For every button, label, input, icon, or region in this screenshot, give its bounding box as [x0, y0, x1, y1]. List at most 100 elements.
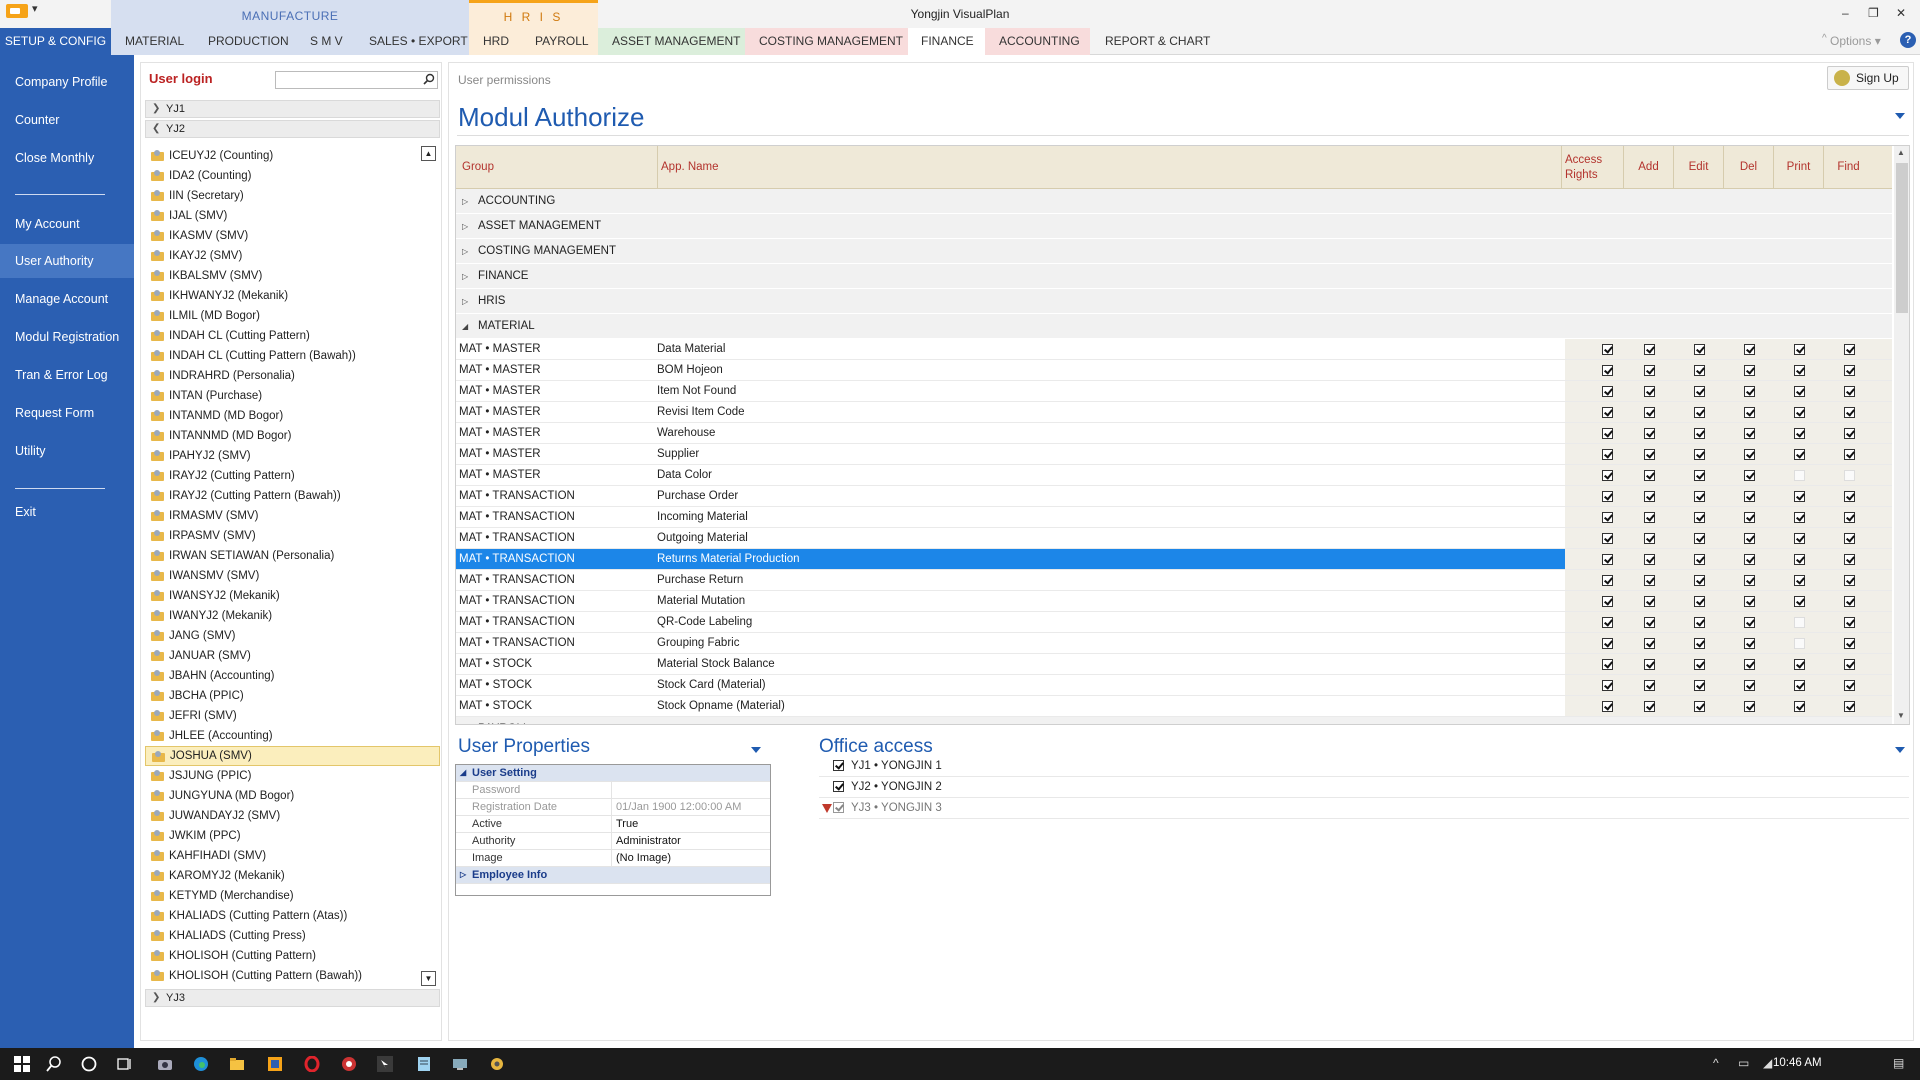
print-checkbox[interactable]	[1794, 617, 1805, 628]
table-row[interactable]: MAT • TRANSACTION Purchase Order	[456, 486, 1892, 507]
table-row[interactable]: MAT • MASTER Data Material	[456, 339, 1892, 360]
del-checkbox[interactable]	[1744, 680, 1755, 691]
property-row[interactable]: Active True	[456, 816, 770, 833]
edit-checkbox[interactable]	[1694, 680, 1705, 691]
col-app-header[interactable]: App. Name	[657, 146, 719, 189]
print-checkbox[interactable]	[1794, 470, 1805, 481]
nav-modul-registration[interactable]: Modul Registration	[0, 320, 134, 354]
list-item[interactable]: IRAYJ2 (Cutting Pattern (Bawah))	[145, 486, 440, 506]
add-checkbox[interactable]	[1644, 617, 1655, 628]
table-row[interactable]: MAT • TRANSACTION Purchase Return	[456, 570, 1892, 591]
opera-browser-icon[interactable]	[304, 1056, 320, 1072]
del-checkbox[interactable]	[1744, 407, 1755, 418]
del-checkbox[interactable]	[1744, 596, 1755, 607]
expand-icon[interactable]: ▷	[462, 189, 468, 214]
edit-checkbox[interactable]	[1694, 533, 1705, 544]
edit-checkbox[interactable]	[1694, 701, 1705, 712]
office-row[interactable]: YJ1 • YONGJIN 1	[819, 756, 1909, 777]
office-checkbox[interactable]	[833, 781, 844, 792]
taskbar-clock[interactable]: 10:46 AM	[1773, 1057, 1822, 1069]
group-row-yj1[interactable]: ❯ YJ1	[145, 100, 440, 118]
edit-checkbox[interactable]	[1694, 596, 1705, 607]
list-item[interactable]: INDAH CL (Cutting Pattern)	[145, 326, 440, 346]
access-checkbox[interactable]	[1602, 617, 1613, 628]
nav-user-authority[interactable]: User Authority	[0, 244, 134, 278]
find-checkbox[interactable]	[1844, 638, 1855, 649]
table-row[interactable]: MAT • TRANSACTION Outgoing Material	[456, 528, 1892, 549]
edit-checkbox[interactable]	[1694, 428, 1705, 439]
del-checkbox[interactable]	[1744, 701, 1755, 712]
edit-checkbox[interactable]	[1694, 659, 1705, 670]
access-checkbox[interactable]	[1602, 638, 1613, 649]
add-checkbox[interactable]	[1644, 680, 1655, 691]
del-checkbox[interactable]	[1744, 470, 1755, 481]
add-checkbox[interactable]	[1644, 575, 1655, 586]
edit-checkbox[interactable]	[1694, 449, 1705, 460]
nav-utility[interactable]: Utility	[0, 434, 134, 468]
print-checkbox[interactable]	[1794, 575, 1805, 586]
edit-checkbox[interactable]	[1694, 386, 1705, 397]
list-item[interactable]: KHOLISOH (Cutting Pattern (Bawah))	[145, 966, 440, 986]
add-checkbox[interactable]	[1644, 533, 1655, 544]
access-checkbox[interactable]	[1602, 428, 1613, 439]
table-row[interactable]: MAT • STOCK Material Stock Balance	[456, 654, 1892, 675]
del-checkbox[interactable]	[1744, 344, 1755, 355]
nav-my-account[interactable]: My Account	[0, 207, 134, 241]
find-checkbox[interactable]	[1844, 617, 1855, 628]
add-checkbox[interactable]	[1644, 554, 1655, 565]
add-checkbox[interactable]	[1644, 659, 1655, 670]
table-row[interactable]: MAT • MASTER Data Color	[456, 465, 1892, 486]
del-checkbox[interactable]	[1744, 575, 1755, 586]
collapse-icon[interactable]: ◢	[460, 765, 466, 781]
search-icon[interactable]	[423, 73, 435, 85]
access-checkbox[interactable]	[1602, 344, 1613, 355]
list-item[interactable]: IKASMV (SMV)	[145, 226, 440, 246]
find-checkbox[interactable]	[1844, 407, 1855, 418]
list-item[interactable]: INTANNMD (MD Bogor)	[145, 426, 440, 446]
add-checkbox[interactable]	[1644, 638, 1655, 649]
office-checkbox[interactable]	[833, 802, 844, 813]
tab-payroll[interactable]: PAYROLL	[535, 34, 589, 48]
del-checkbox[interactable]	[1744, 428, 1755, 439]
list-item[interactable]: IDA2 (Counting)	[145, 166, 440, 186]
remote-desktop-icon[interactable]	[452, 1056, 468, 1072]
add-checkbox[interactable]	[1644, 449, 1655, 460]
list-item[interactable]: IIN (Secretary)	[145, 186, 440, 206]
list-item[interactable]: IRAYJ2 (Cutting Pattern)	[145, 466, 440, 486]
find-checkbox[interactable]	[1844, 428, 1855, 439]
list-item[interactable]: KAROMYJ2 (Mekanik)	[145, 866, 440, 886]
list-item[interactable]: ILMIL (MD Bogor)	[145, 306, 440, 326]
list-item[interactable]: KHALIADS (Cutting Press)	[145, 926, 440, 946]
add-checkbox[interactable]	[1644, 407, 1655, 418]
print-checkbox[interactable]	[1794, 344, 1805, 355]
group-row[interactable]: ▷ COSTING MANAGEMENT	[456, 239, 1892, 264]
notifications-icon[interactable]: ▤	[1893, 1056, 1904, 1070]
find-checkbox[interactable]	[1844, 596, 1855, 607]
tab-costing-management[interactable]: COSTING MANAGEMENT	[745, 28, 908, 55]
minimize-icon[interactable]: –	[1842, 6, 1849, 20]
print-checkbox[interactable]	[1794, 659, 1805, 670]
property-row[interactable]: Image (No Image)	[456, 850, 770, 867]
list-item[interactable]: KHALIADS (Cutting Pattern (Atas))	[145, 906, 440, 926]
edit-checkbox[interactable]	[1694, 617, 1705, 628]
office-row[interactable]: YJ3 • YONGJIN 3	[819, 798, 1909, 819]
table-row[interactable]: MAT • TRANSACTION Incoming Material	[456, 507, 1892, 528]
file-explorer-icon[interactable]	[229, 1056, 245, 1072]
battery-icon[interactable]: ▭	[1738, 1056, 1749, 1070]
access-checkbox[interactable]	[1602, 386, 1613, 397]
tab-report-chart[interactable]: REPORT & CHART	[1105, 34, 1210, 48]
quick-access-menu-icon[interactable]: ▾	[32, 2, 38, 15]
list-item[interactable]: JUNGYUNA (MD Bogor)	[145, 786, 440, 806]
help-icon[interactable]: ?	[1900, 32, 1916, 48]
edit-checkbox[interactable]	[1694, 638, 1705, 649]
list-scroll-down-icon[interactable]: ▼	[421, 971, 436, 986]
access-checkbox[interactable]	[1602, 575, 1613, 586]
tool-app-icon[interactable]	[489, 1056, 505, 1072]
group-row[interactable]: ▷ FINANCE	[456, 264, 1892, 289]
windows-start-icon[interactable]	[14, 1056, 30, 1072]
tab-material[interactable]: MATERIAL	[125, 34, 184, 48]
restore-icon[interactable]: ❐	[1868, 6, 1879, 20]
add-checkbox[interactable]	[1644, 701, 1655, 712]
list-item[interactable]: ICEUYJ2 (Counting)	[145, 146, 440, 166]
list-item[interactable]: JBAHN (Accounting)	[145, 666, 440, 686]
